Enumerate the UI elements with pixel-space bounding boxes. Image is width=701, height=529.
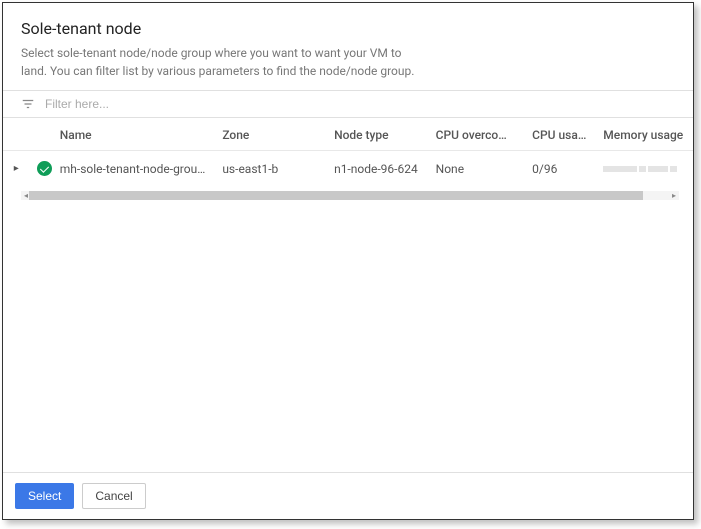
- scroll-left-icon[interactable]: ◂: [21, 190, 31, 201]
- col-expand: [3, 118, 29, 151]
- status-ok-icon: [37, 161, 51, 176]
- mem-seg: [639, 166, 646, 172]
- table-row[interactable]: ▸ mh-sole-tenant-node-group... us-east1-…: [3, 151, 693, 187]
- cell-zone: us-east1-b: [214, 151, 326, 187]
- mem-seg: [670, 166, 677, 172]
- col-zone[interactable]: Zone: [214, 118, 326, 151]
- spacer: [3, 202, 693, 472]
- scrollbar-thumb[interactable]: [29, 191, 643, 200]
- status-cell: [29, 151, 51, 187]
- cell-name[interactable]: mh-sole-tenant-node-group...: [52, 151, 215, 187]
- sole-tenant-dialog: Sole-tenant node Select sole-tenant node…: [2, 2, 694, 520]
- cell-memusage: [595, 151, 692, 187]
- dialog-title: Sole-tenant node: [21, 19, 675, 38]
- dialog-header: Sole-tenant node Select sole-tenant node…: [3, 3, 693, 90]
- col-memusage[interactable]: Memory usage: [595, 118, 692, 151]
- col-maintenance[interactable]: Maintenance: [692, 118, 693, 151]
- cell-cpuusage: 0/96: [524, 151, 595, 187]
- filter-input[interactable]: [45, 97, 675, 111]
- memory-usage-bar: [603, 166, 684, 172]
- col-status: [29, 118, 51, 151]
- filter-icon: [21, 97, 35, 111]
- cancel-button[interactable]: Cancel: [82, 483, 145, 509]
- expand-row-icon[interactable]: ▸: [3, 151, 29, 187]
- filter-bar: [3, 90, 693, 118]
- dialog-description: Select sole-tenant node/node group where…: [21, 44, 421, 80]
- col-overcommit[interactable]: CPU overcommit: [428, 118, 525, 151]
- cell-nodetype: n1-node-96-624: [326, 151, 428, 187]
- col-nodetype[interactable]: Node type: [326, 118, 428, 151]
- mem-seg: [603, 166, 637, 172]
- table-header-row: Name Zone Node type CPU overcommit CPU u…: [3, 118, 693, 151]
- cell-overcommit: None: [428, 151, 525, 187]
- col-cpuusage[interactable]: CPU usage: [524, 118, 595, 151]
- scroll-right-icon[interactable]: ▸: [669, 190, 679, 201]
- select-button[interactable]: Select: [15, 483, 74, 509]
- horizontal-scrollbar[interactable]: ◂ ▸: [3, 190, 693, 202]
- dialog-footer: Select Cancel: [3, 472, 693, 519]
- mem-seg: [648, 166, 668, 172]
- cell-maintenance: Default: [692, 151, 693, 187]
- node-table-wrap: Name Zone Node type CPU overcommit CPU u…: [3, 118, 693, 202]
- node-table: Name Zone Node type CPU overcommit CPU u…: [3, 118, 693, 186]
- col-name[interactable]: Name: [52, 118, 215, 151]
